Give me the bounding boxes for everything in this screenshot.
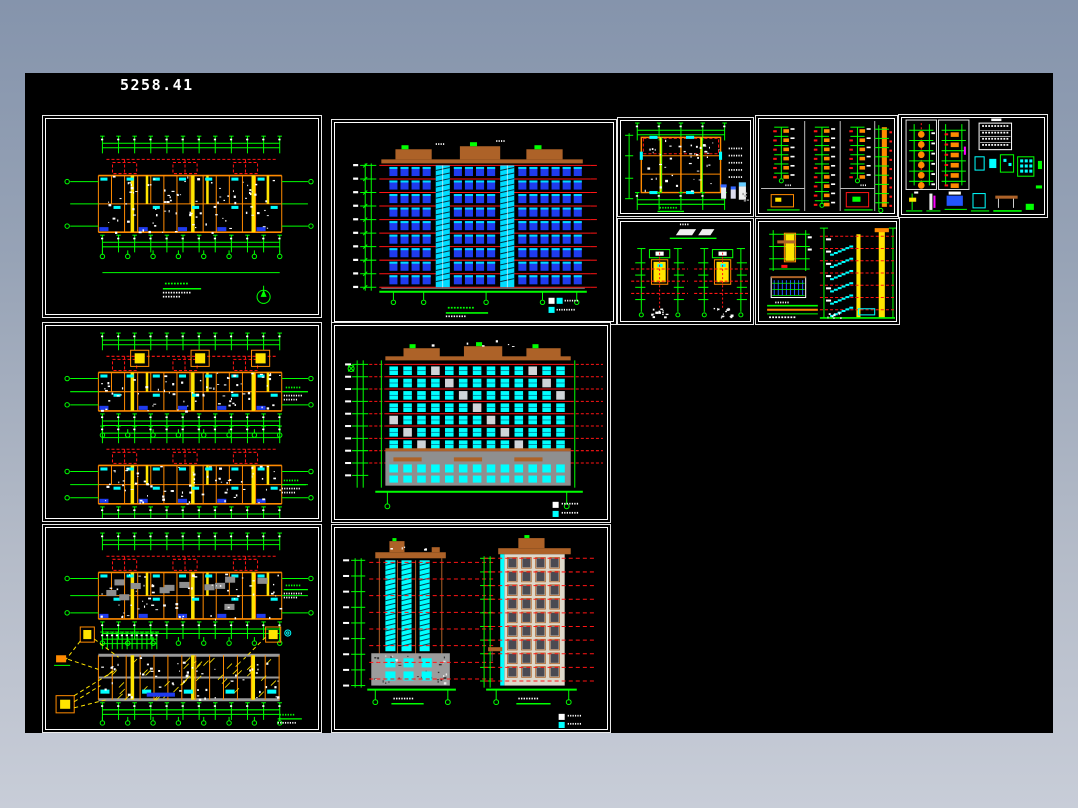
front-elevation-drawing [353, 140, 597, 318]
panel-frame [758, 221, 897, 322]
panel-detail-sheet [898, 114, 1048, 218]
floor-plan-top-drawing [64, 135, 314, 304]
detail-sheet-drawing [905, 118, 1042, 212]
panel-frame [45, 325, 319, 519]
panel-stair-section [755, 218, 900, 325]
panel-unit-plan-detail [617, 117, 754, 217]
panel-stair-core-details [617, 218, 754, 325]
panel-side-elevations [331, 524, 611, 733]
stair-core-drawing [631, 223, 750, 319]
panel-frame [334, 325, 608, 520]
panel-frame [758, 118, 895, 214]
middle-floor-plans-drawing [64, 332, 314, 518]
panel-roof-and-site-plans [42, 524, 322, 733]
panel-frame [901, 117, 1045, 215]
file-number-label: 5258.41 [120, 76, 194, 94]
panel-frame [620, 120, 751, 214]
rear-elevation-drawing [345, 340, 603, 517]
panel-frame [620, 221, 751, 322]
wall-sections-drawing [761, 121, 892, 213]
panel-frame [45, 118, 319, 315]
panel-rear-elevation [331, 322, 611, 523]
panel-wall-section-details [755, 115, 898, 217]
panel-front-elevation [331, 119, 617, 325]
panel-frame [334, 527, 608, 730]
panel-floor-plan-top [42, 115, 322, 318]
unit-plan-drawing [625, 122, 749, 213]
panel-frame [334, 122, 614, 322]
roof-site-plans-drawing [54, 532, 314, 726]
panel-frame [45, 527, 319, 730]
side-elevations-drawing [343, 535, 597, 728]
stair-section-drawing [767, 227, 896, 319]
panel-middle-floor-plans [42, 322, 322, 522]
cad-preview-canvas: 5258.41 [25, 73, 1053, 733]
